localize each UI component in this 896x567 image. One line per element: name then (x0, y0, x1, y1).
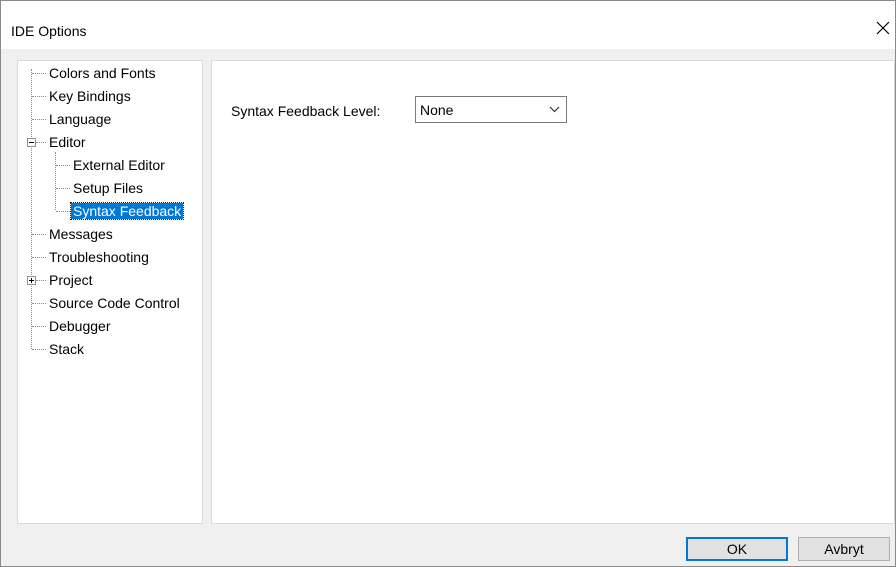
tree-item-label: Troubleshooting (49, 249, 149, 265)
tree-connector (32, 326, 46, 327)
tree-connector (56, 211, 70, 212)
window-title: IDE Options (11, 23, 87, 39)
minus-icon (29, 142, 34, 143)
tree-connector-root (31, 69, 32, 349)
tree-item-label: Stack (49, 341, 85, 357)
tree-item-colors-and-fonts[interactable]: Colors and Fonts (47, 63, 158, 83)
select-value: None (420, 102, 454, 118)
expand-project-toggle[interactable] (27, 276, 36, 285)
tree-connector (56, 165, 70, 166)
tree-item-debugger[interactable]: Debugger (47, 316, 113, 336)
tree-item-label: Key Bindings (49, 88, 131, 104)
plus-icon (29, 278, 34, 283)
tree-connector (32, 96, 46, 97)
tree-item-stack[interactable]: Stack (47, 339, 86, 359)
tree-item-syntax-feedback[interactable]: Syntax Feedback (69, 201, 185, 221)
tree-item-label: Language (49, 111, 112, 127)
tree-item-language[interactable]: Language (47, 109, 113, 129)
tree-item-troubleshooting[interactable]: Troubleshooting (47, 247, 151, 267)
options-tree[interactable]: Colors and Fonts Key Bindings Language E… (17, 60, 203, 524)
syntax-feedback-level-select[interactable]: None (415, 96, 567, 123)
tree-connector (32, 234, 46, 235)
tree-item-label: Project (49, 272, 93, 288)
tree-connector (36, 142, 46, 143)
tree-item-label: Colors and Fonts (49, 65, 156, 81)
collapse-editor-toggle[interactable] (27, 138, 36, 147)
tree-item-setup-files[interactable]: Setup Files (71, 178, 145, 198)
ide-options-dialog: IDE Options Colors and Fonts Key Binding… (0, 0, 896, 567)
ok-button[interactable]: OK (686, 537, 788, 561)
syntax-feedback-level-label: Syntax Feedback Level: (231, 103, 381, 119)
close-button[interactable] (871, 13, 895, 43)
tree-connector (32, 73, 46, 74)
tree-connector (56, 188, 70, 189)
tree-item-messages[interactable]: Messages (47, 224, 115, 244)
tree-item-label: External Editor (73, 157, 165, 173)
tree-item-label: Setup Files (73, 180, 144, 196)
close-icon (876, 21, 890, 35)
tree-item-label: Syntax Feedback (69, 202, 185, 220)
tree-item-source-code-control[interactable]: Source Code Control (47, 293, 182, 313)
title-bar: IDE Options (1, 1, 895, 49)
tree-item-label: Editor (49, 134, 86, 150)
cancel-button[interactable]: Avbryt (798, 537, 890, 561)
tree-connector (32, 119, 46, 120)
tree-item-editor[interactable]: Editor (47, 132, 88, 152)
chevron-down-icon (549, 106, 560, 113)
syntax-feedback-settings-panel: Syntax Feedback Level: None (211, 60, 895, 524)
tree-connector-editor (55, 152, 56, 210)
tree-item-label: Messages (49, 226, 113, 242)
tree-connector (36, 280, 46, 281)
tree-connector (32, 303, 46, 304)
tree-connector (32, 349, 46, 350)
tree-item-external-editor[interactable]: External Editor (71, 155, 167, 175)
tree-connector (32, 257, 46, 258)
tree-item-label: Source Code Control (49, 295, 180, 311)
tree-item-project[interactable]: Project (47, 270, 95, 290)
tree-item-label: Debugger (49, 318, 111, 334)
tree-item-key-bindings[interactable]: Key Bindings (47, 86, 133, 106)
